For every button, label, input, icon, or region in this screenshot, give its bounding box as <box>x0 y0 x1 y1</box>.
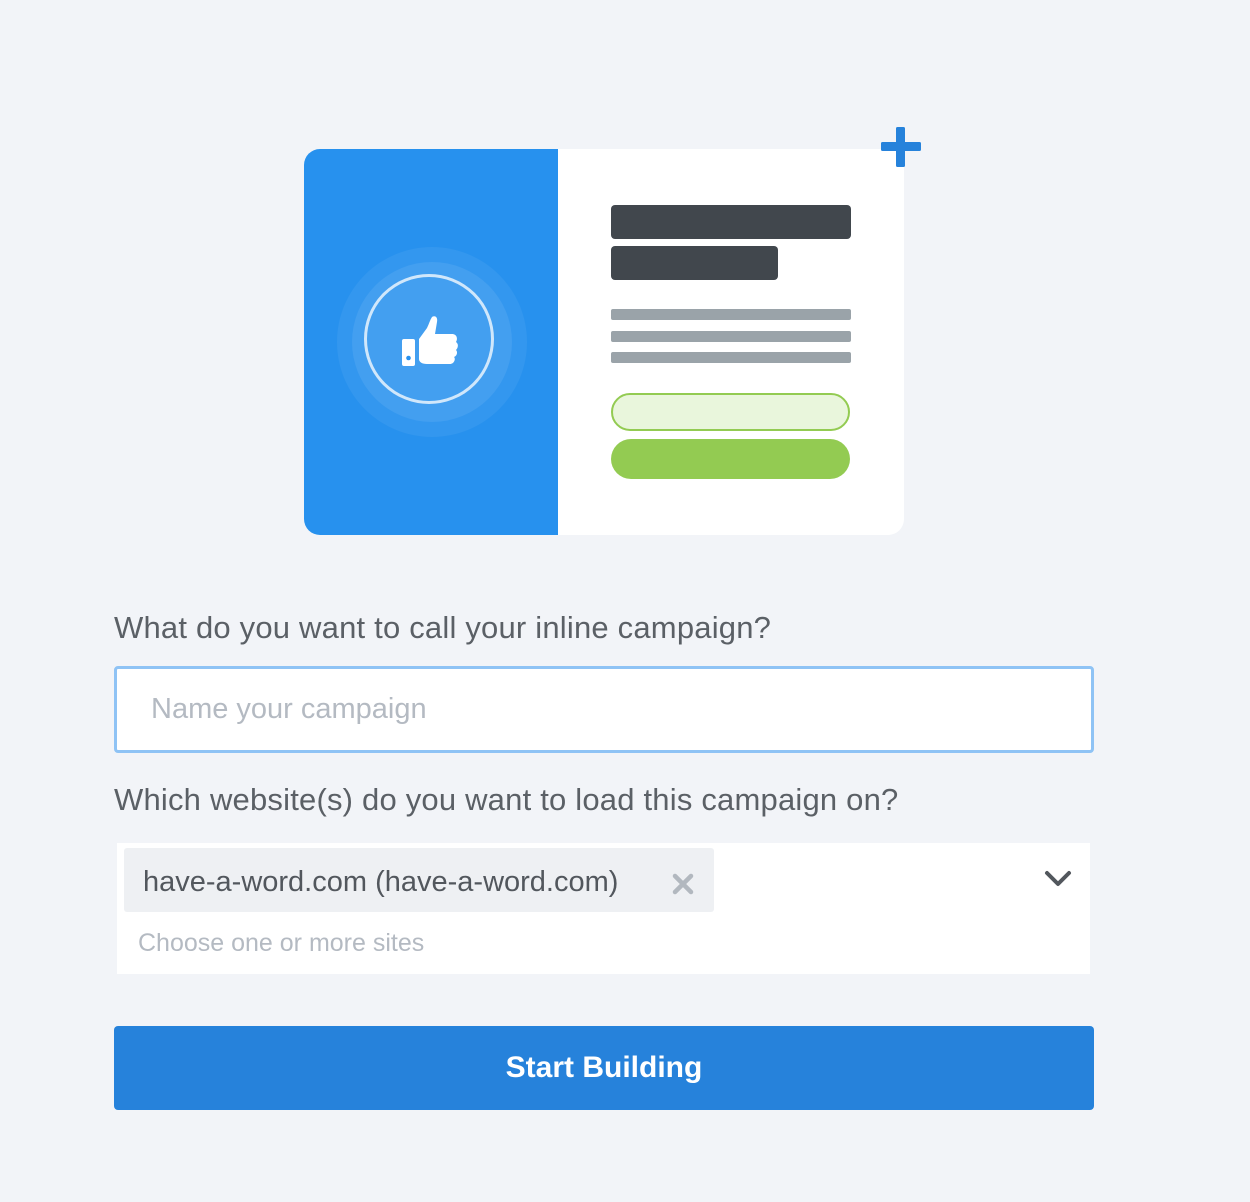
plus-icon <box>881 127 921 167</box>
selected-site-chip: have-a-word.com (have-a-word.com) <box>124 848 714 912</box>
website-select-placeholder: Choose one or more sites <box>138 929 425 957</box>
campaign-illustration <box>304 126 924 536</box>
illustration-heading-bar <box>611 205 851 239</box>
selected-site-label: have-a-word.com (have-a-word.com) <box>143 866 619 898</box>
website-multiselect[interactable]: have-a-word.com (have-a-word.com) Choose… <box>117 843 1090 974</box>
chevron-down-icon[interactable] <box>1044 869 1072 889</box>
illustration-text-line <box>611 352 851 363</box>
website-select-label: Which website(s) do you want to load thi… <box>114 782 899 817</box>
illustration-text-line <box>611 331 851 342</box>
thumbs-up-icon <box>402 316 458 366</box>
illustration-text-line <box>611 309 851 320</box>
illustration-button-pill <box>611 439 850 479</box>
remove-site-icon[interactable] <box>672 873 694 895</box>
campaign-name-input[interactable] <box>114 666 1094 753</box>
campaign-name-label: What do you want to call your inline cam… <box>114 610 772 645</box>
illustration-card <box>304 149 904 535</box>
start-building-button[interactable]: Start Building <box>114 1026 1094 1110</box>
illustration-blue-panel <box>304 149 558 535</box>
illustration-input-pill <box>611 393 850 431</box>
illustration-subheading-bar <box>611 246 778 280</box>
